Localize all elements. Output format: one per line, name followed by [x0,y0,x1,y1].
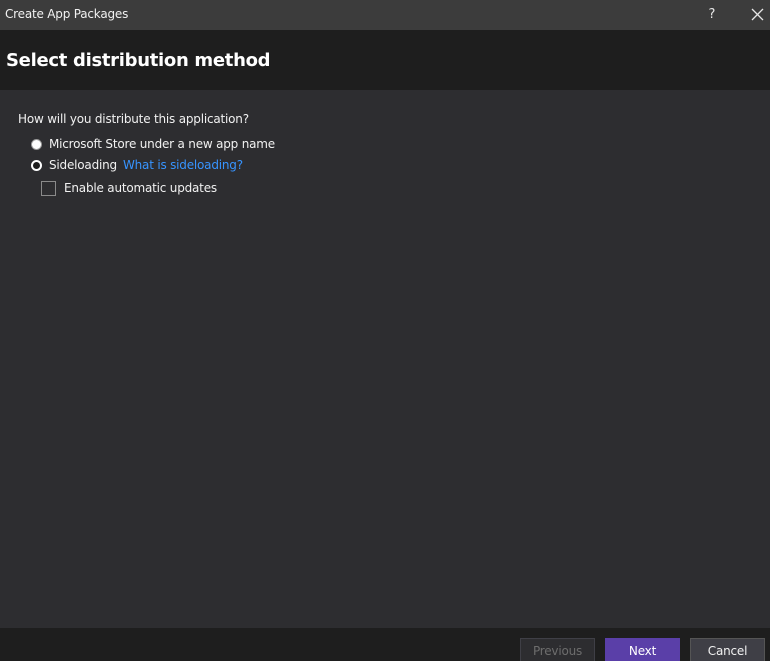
help-button[interactable]: ? [700,4,724,26]
what-is-sideloading-link[interactable]: What is sideloading? [123,158,243,172]
create-app-packages-dialog: Create App Packages ? Select distributio… [0,0,770,661]
cancel-button[interactable]: Cancel [690,638,765,661]
radio-option-microsoft-store[interactable]: Microsoft Store under a new app name [31,135,275,153]
radio-label-sideloading: Sideloading [49,158,117,172]
dialog-footer: Previous Next Cancel [0,628,770,661]
close-icon [751,8,764,21]
enable-auto-updates-checkbox[interactable] [41,180,56,196]
radio-label-microsoft-store: Microsoft Store under a new app name [49,137,275,151]
main-content: How will you distribute this application… [0,90,770,628]
window-title: Create App Packages [5,7,129,21]
enable-auto-updates-label: Enable automatic updates [64,181,217,195]
title-bar: Create App Packages ? [0,0,770,30]
next-button[interactable]: Next [605,638,680,661]
radio-option-sideloading[interactable]: Sideloading What is sideloading? [31,156,243,174]
page-header: Select distribution method [0,30,770,90]
page-title: Select distribution method [6,50,271,71]
close-button[interactable] [744,3,770,27]
previous-button[interactable]: Previous [520,638,595,661]
distribution-question: How will you distribute this application… [18,112,249,126]
radio-button-microsoft-store[interactable] [31,138,42,150]
radio-button-sideloading[interactable] [31,159,42,171]
enable-auto-updates-option[interactable]: Enable automatic updates [41,179,217,197]
